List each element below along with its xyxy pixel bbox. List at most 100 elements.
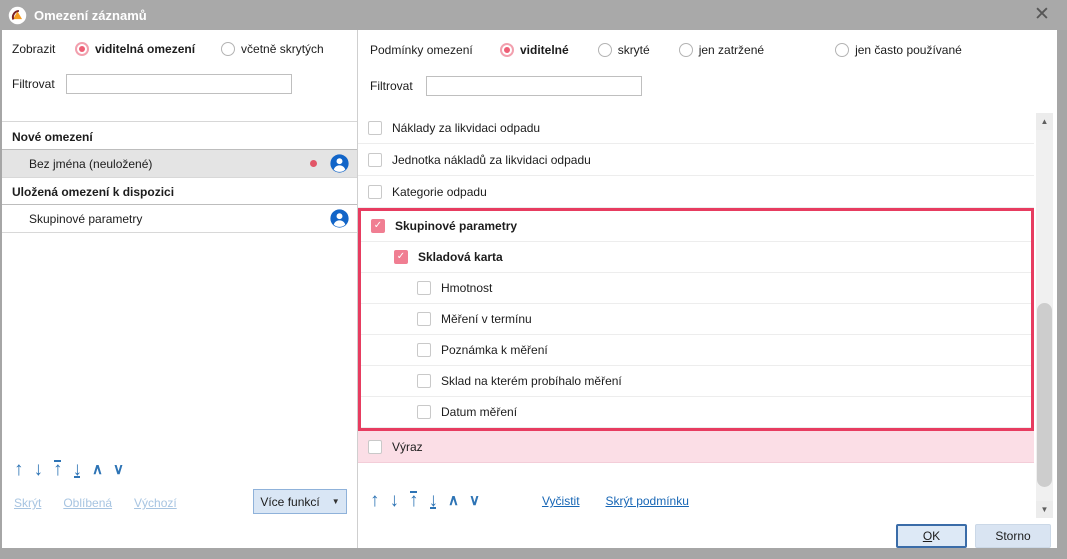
radio-label: viditelné	[520, 43, 569, 57]
condition-label: Sklad na kterém probíhalo měření	[441, 374, 622, 388]
checkbox-icon[interactable]	[368, 121, 382, 135]
move-up-icon[interactable]: ↑	[370, 492, 380, 510]
condition-label: Hmotnost	[441, 281, 492, 295]
move-down-icon[interactable]: ↓	[390, 492, 400, 510]
move-first-icon[interactable]: ↑	[53, 461, 63, 479]
restrictions-panel: Zobrazit viditelná omezení včetně skrytýc…	[2, 30, 357, 548]
zobrazit-label: Zobrazit	[12, 42, 75, 56]
radio-icon	[835, 43, 849, 57]
condition-row[interactable]: Sklad na kterém probíhalo měření	[361, 366, 1031, 397]
condition-row[interactable]: ✓ Skladová karta	[361, 242, 1031, 273]
ok-button-label: O	[923, 529, 932, 543]
conditions-row: Podmínky omezení viditelnéskrytéjen zatr…	[370, 40, 1047, 60]
right-links-row: Vyčistit Skrýt podmínku	[542, 494, 715, 508]
checkbox-icon[interactable]	[417, 374, 431, 388]
condition-row[interactable]: Hmotnost	[361, 273, 1031, 304]
link-skr-t: Skrýt	[14, 496, 41, 510]
right-filter-input[interactable]	[426, 76, 642, 96]
right-reorder-toolbar: ↑ ↓ ↑ ↓ ∧ ∨	[370, 492, 490, 510]
close-icon[interactable]: ✕	[1029, 3, 1055, 27]
condition-label: Náklady za likvidaci odpadu	[392, 121, 540, 135]
move-up-icon[interactable]: ↑	[14, 461, 24, 479]
zobrazit-radio-option[interactable]: včetně skrytých	[221, 42, 324, 56]
right-filter-label: Filtrovat	[370, 79, 426, 93]
chevron-up-icon[interactable]: ∧	[448, 492, 459, 510]
left-reorder-toolbar: ↑ ↓ ↑ ↓ ∧ ∨	[14, 461, 134, 479]
conditions-radio-group: viditelné skryté jen zatržené jen často pou…	[500, 43, 962, 57]
zobrazit-row: Zobrazit viditelná omezení včetně skrytýc…	[12, 39, 351, 59]
move-first-icon[interactable]: ↑	[409, 492, 419, 510]
checkbox-checked-icon[interactable]: ✓	[394, 250, 408, 264]
list-section-header: Uložená omezení k dispozici	[2, 178, 357, 205]
unsaved-dot-icon	[310, 160, 317, 167]
condition-label: Výraz	[392, 440, 423, 454]
highlighted-group-border: ✓ Skupinové parametry ✓ Skladová karta Hmotn…	[358, 208, 1034, 431]
radio-label: jen často používané	[855, 43, 962, 57]
restriction-list-item[interactable]: Bez jména (neuložené)	[2, 150, 357, 178]
radio-icon	[598, 43, 612, 57]
dialog-body: Zobrazit viditelná omezení včetně skrytýc…	[2, 30, 1057, 548]
storno-button-label: Storno	[995, 529, 1030, 543]
right-filter-row: Filtrovat	[370, 76, 642, 96]
checklist-section: Výraz	[358, 431, 1034, 463]
radio-label: jen zatržené	[699, 43, 764, 57]
dropdown-arrow-icon: ▼	[332, 497, 340, 506]
ok-button[interactable]: OK	[896, 524, 967, 548]
radio-label: viditelná omezení	[95, 42, 195, 56]
condition-row[interactable]: Jednotka nákladů za likvidaci odpadu	[358, 144, 1034, 176]
app-logo-icon	[8, 6, 27, 25]
chevron-up-icon[interactable]: ∧	[92, 461, 103, 479]
chevron-down-icon[interactable]: ∨	[113, 461, 124, 479]
restriction-list-item[interactable]: Skupinové parametry	[2, 205, 357, 233]
move-last-icon[interactable]: ↓	[73, 461, 83, 479]
link-v-choz-: Výchozí	[134, 496, 177, 510]
right-bottom-toolbar: ↑ ↓ ↑ ↓ ∧ ∨ Vyčistit Skrýt podmínku	[370, 492, 715, 510]
checkbox-icon[interactable]	[368, 185, 382, 199]
left-separator	[2, 121, 357, 122]
move-down-icon[interactable]: ↓	[34, 461, 44, 479]
checkbox-checked-icon[interactable]: ✓	[371, 219, 385, 233]
scrollbar-thumb[interactable]	[1037, 303, 1052, 487]
condition-row[interactable]: Kategorie odpadu	[358, 176, 1034, 208]
condition-radio-option[interactable]: jen zatržené	[679, 43, 764, 57]
link-vy-istit[interactable]: Vyčistit	[542, 494, 580, 508]
conditions-panel: Podmínky omezení viditelnéskrytéjen zatr…	[358, 30, 1057, 548]
user-icon	[330, 154, 349, 173]
link-skr-t-podm-nku[interactable]: Skrýt podmínku	[606, 494, 689, 508]
checklist-scrollbar[interactable]: ▲ ▼	[1036, 113, 1053, 518]
checkbox-icon[interactable]	[417, 343, 431, 357]
scroll-down-icon[interactable]: ▼	[1036, 501, 1053, 518]
condition-row[interactable]: Měření v termínu	[361, 304, 1031, 335]
scroll-up-icon[interactable]: ▲	[1036, 113, 1053, 130]
condition-radio-option[interactable]: viditelné	[500, 43, 569, 57]
condition-row[interactable]: Výraz	[358, 431, 1034, 463]
checkbox-icon[interactable]	[417, 405, 431, 419]
condition-label: Skladová karta	[418, 250, 503, 264]
condition-label: Kategorie odpadu	[392, 185, 487, 199]
condition-row[interactable]: Náklady za likvidaci odpadu	[358, 112, 1034, 144]
move-last-icon[interactable]: ↓	[429, 492, 439, 510]
radio-icon	[221, 42, 235, 56]
zobrazit-radio-option[interactable]: viditelná omezení	[75, 42, 195, 56]
checkbox-icon[interactable]	[368, 153, 382, 167]
radio-icon	[75, 42, 89, 56]
condition-row[interactable]: Poznámka k měření	[361, 335, 1031, 366]
chevron-down-icon[interactable]: ∨	[469, 492, 480, 510]
left-filter-input[interactable]	[66, 74, 292, 94]
condition-row[interactable]: Datum měření	[361, 397, 1031, 428]
checkbox-icon[interactable]	[368, 440, 382, 454]
condition-row[interactable]: ✓ Skupinové parametry	[361, 211, 1031, 242]
condition-label: Skupinové parametry	[395, 219, 517, 233]
condition-label: Jednotka nákladů za likvidaci odpadu	[392, 153, 591, 167]
condition-radio-option[interactable]: skryté	[598, 43, 650, 57]
condition-label: Měření v termínu	[441, 312, 532, 326]
more-functions-button[interactable]: Více funkcí ▼	[253, 489, 347, 514]
radio-label: včetně skrytých	[241, 42, 324, 56]
checkbox-icon[interactable]	[417, 312, 431, 326]
checklist-section: Náklady za likvidaci odpadu Jednotka nákl…	[358, 112, 1034, 208]
condition-radio-option[interactable]: jen často používané	[835, 43, 962, 57]
left-links-row: Skrýt Oblíbená Výchozí	[14, 496, 199, 510]
storno-button[interactable]: Storno	[975, 524, 1051, 548]
checkbox-icon[interactable]	[417, 281, 431, 295]
link-obl-ben-: Oblíbená	[63, 496, 112, 510]
